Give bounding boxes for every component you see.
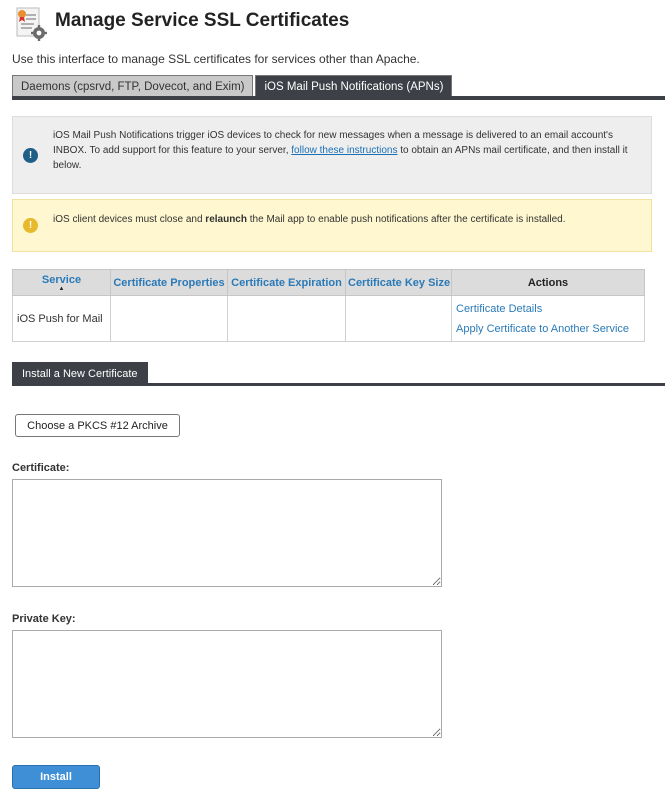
cell-certificate-properties — [110, 295, 228, 342]
info-alert-text: iOS Mail Push Notifications trigger iOS … — [53, 128, 635, 173]
page-header — [14, 4, 48, 44]
warning-emphasis: relaunch — [205, 214, 247, 225]
tab-install-new-certificate[interactable]: Install a New Certificate — [12, 362, 148, 384]
cell-certificate-expiration — [227, 295, 346, 342]
certificate-details-link[interactable]: Certificate Details — [456, 299, 640, 319]
info-alert: ! iOS Mail Push Notifications trigger iO… — [12, 116, 652, 194]
info-icon: ! — [23, 148, 38, 163]
column-header-service[interactable]: Service ▲ — [12, 269, 111, 296]
table-header-row: Service ▲ Certificate Properties Certific… — [12, 269, 645, 296]
warning-icon: ! — [23, 218, 38, 233]
certificate-label: Certificate: — [12, 462, 70, 474]
column-header-actions: Actions — [451, 269, 645, 296]
cell-actions: Certificate Details Apply Certificate to… — [451, 295, 645, 342]
install-button[interactable]: Install — [12, 765, 100, 789]
certificate-textarea[interactable] — [12, 479, 442, 587]
tab-bar: Daemons (cpsrvd, FTP, Dovecot, and Exim)… — [12, 75, 453, 97]
cell-certificate-key-size — [345, 295, 452, 342]
tab-ios-mail-push[interactable]: iOS Mail Push Notifications (APNs) — [255, 75, 453, 97]
sort-ascending-icon: ▲ — [58, 285, 65, 292]
warning-alert: ! iOS client devices must close and rela… — [12, 199, 652, 252]
private-key-label: Private Key: — [12, 613, 76, 625]
page-description: Use this interface to manage SSL certifi… — [12, 52, 420, 66]
install-tab-divider — [12, 383, 665, 386]
column-header-certificate-key-size[interactable]: Certificate Key Size — [345, 269, 452, 296]
warning-text-start: iOS client devices must close and — [53, 214, 206, 225]
page-title: Manage Service SSL Certificates — [55, 10, 350, 31]
cell-service: iOS Push for Mail — [12, 295, 111, 342]
apply-certificate-link[interactable]: Apply Certificate to Another Service — [456, 319, 640, 339]
ssl-certificate-gear-icon — [14, 6, 48, 42]
private-key-textarea[interactable] — [12, 630, 442, 738]
follow-instructions-link[interactable]: follow these instructions — [291, 145, 397, 156]
column-header-service-label: Service — [41, 273, 82, 286]
column-header-certificate-properties[interactable]: Certificate Properties — [110, 269, 228, 296]
tab-divider — [12, 96, 665, 100]
warning-alert-text: iOS client devices must close and relaun… — [53, 212, 635, 227]
column-header-certificate-expiration[interactable]: Certificate Expiration — [227, 269, 346, 296]
choose-pkcs12-button[interactable]: Choose a PKCS #12 Archive — [15, 414, 180, 437]
certificates-table: Service ▲ Certificate Properties Certific… — [12, 269, 645, 342]
table-row: iOS Push for Mail Certificate Details Ap… — [12, 295, 645, 342]
tab-daemons[interactable]: Daemons (cpsrvd, FTP, Dovecot, and Exim) — [12, 75, 254, 97]
warning-text-end: the Mail app to enable push notification… — [246, 214, 566, 225]
